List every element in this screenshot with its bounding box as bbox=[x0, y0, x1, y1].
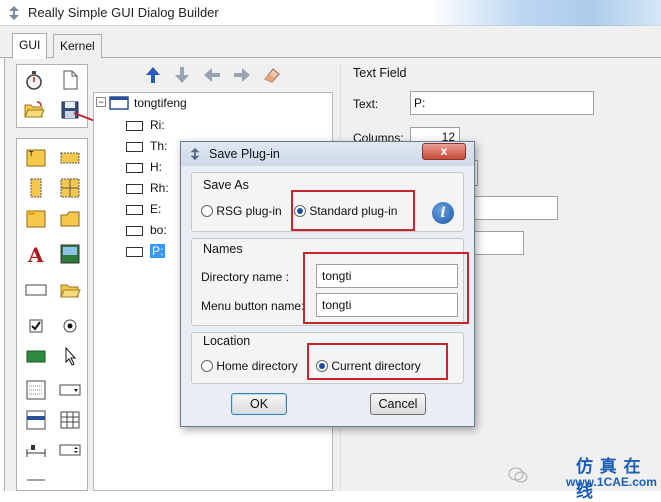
home-directory-radio[interactable]: Home directory bbox=[201, 359, 298, 373]
svg-text:A: A bbox=[27, 243, 44, 265]
tree-item[interactable]: Th: bbox=[126, 136, 167, 156]
push-button-icon[interactable] bbox=[25, 345, 47, 367]
radio-icon bbox=[201, 360, 213, 372]
highlight-names bbox=[303, 252, 469, 324]
spinner-icon[interactable] bbox=[59, 439, 81, 461]
tab-gui[interactable]: GUI bbox=[12, 33, 48, 59]
toolbox-widgets: T A bbox=[16, 138, 88, 491]
watermark-url: www.1CAE.com bbox=[566, 475, 657, 489]
text-field-node-icon bbox=[126, 162, 143, 173]
text-value-field[interactable]: P: bbox=[410, 91, 594, 115]
names-title: Names bbox=[203, 242, 243, 256]
matrix-frame-icon[interactable] bbox=[59, 177, 81, 199]
slider-icon[interactable] bbox=[25, 439, 47, 461]
properties-field[interactable] bbox=[470, 196, 558, 220]
menu-button-name-label: Menu button name: bbox=[201, 299, 305, 313]
combo-box-icon[interactable] bbox=[59, 379, 81, 401]
tree-item[interactable]: E: bbox=[126, 199, 161, 219]
ok-button[interactable]: OK bbox=[231, 393, 287, 415]
move-down-icon[interactable] bbox=[172, 65, 192, 85]
highlight-standard-plugin bbox=[291, 190, 415, 231]
dialog-title: Save Plug-in bbox=[209, 147, 280, 161]
vertical-frame-icon[interactable] bbox=[25, 177, 47, 199]
window-titlebar: Really Simple GUI Dialog Builder bbox=[0, 0, 661, 26]
save-as-title: Save As bbox=[203, 178, 249, 192]
tree-root-label[interactable]: tongtifeng bbox=[134, 93, 187, 113]
text-field-node-icon bbox=[126, 246, 143, 257]
close-button[interactable]: x bbox=[422, 143, 466, 160]
rsg-plugin-radio[interactable]: RSG plug-in bbox=[201, 204, 282, 218]
text-field-node-icon bbox=[126, 225, 143, 236]
text-field-node-icon bbox=[126, 183, 143, 194]
table-row-icon[interactable] bbox=[25, 409, 47, 431]
cancel-button[interactable]: Cancel bbox=[370, 393, 426, 415]
pointer-icon[interactable] bbox=[59, 345, 81, 367]
properties-field[interactable] bbox=[470, 231, 524, 255]
label-icon[interactable]: A bbox=[25, 243, 47, 265]
text-field-icon[interactable] bbox=[25, 279, 47, 301]
location-title: Location bbox=[203, 334, 251, 348]
highlight-current-directory bbox=[307, 343, 448, 380]
tree-item[interactable]: Ri: bbox=[126, 115, 165, 135]
tree-item-selected[interactable]: P: bbox=[126, 241, 166, 261]
tab-item-icon[interactable] bbox=[59, 207, 81, 229]
text-field-node-icon bbox=[126, 120, 143, 131]
window-title-background bbox=[430, 0, 661, 26]
tab-book-icon[interactable] bbox=[25, 207, 47, 229]
section-title: Text Field bbox=[353, 66, 407, 80]
picture-icon[interactable] bbox=[59, 243, 81, 265]
checkbox-icon[interactable] bbox=[25, 315, 47, 337]
stopwatch-icon[interactable] bbox=[23, 69, 45, 91]
tree-item[interactable]: Rh: bbox=[126, 178, 169, 198]
new-file-icon[interactable] bbox=[59, 69, 81, 91]
window-title: Really Simple GUI Dialog Builder bbox=[28, 5, 219, 20]
directory-name-label: Directory name : bbox=[201, 270, 290, 284]
tab-kernel[interactable]: Kernel bbox=[53, 34, 102, 58]
move-left-icon[interactable] bbox=[202, 65, 222, 85]
text-label: Text: bbox=[353, 97, 379, 111]
move-right-icon[interactable] bbox=[232, 65, 252, 85]
radio-icon bbox=[201, 205, 213, 217]
move-up-icon[interactable] bbox=[143, 65, 163, 85]
eraser-icon[interactable] bbox=[262, 65, 282, 85]
dialog-box-icon[interactable]: T bbox=[25, 147, 47, 169]
separator-icon[interactable] bbox=[25, 469, 47, 491]
dialog-app-icon bbox=[190, 147, 200, 161]
dialog-node-icon bbox=[109, 96, 129, 110]
file-open-icon[interactable] bbox=[59, 279, 81, 301]
svg-text:T: T bbox=[28, 150, 34, 158]
open-folder-icon[interactable] bbox=[23, 99, 45, 121]
wechat-icon bbox=[508, 467, 528, 483]
table-icon[interactable] bbox=[59, 409, 81, 431]
list-icon[interactable] bbox=[25, 379, 47, 401]
radio-button-icon[interactable] bbox=[59, 315, 81, 337]
text-field-node-icon bbox=[126, 204, 143, 215]
tree-item[interactable]: H: bbox=[126, 157, 162, 177]
frame-icon[interactable] bbox=[59, 147, 81, 169]
tree-item[interactable]: bo: bbox=[126, 220, 167, 240]
app-icon bbox=[9, 6, 19, 20]
info-icon[interactable]: i bbox=[432, 202, 454, 224]
tree-collapse-icon[interactable]: − bbox=[96, 97, 106, 107]
text-field-node-icon bbox=[126, 141, 143, 152]
site-watermark: 仿 真 在 线 www.1CAE.com bbox=[508, 448, 661, 501]
